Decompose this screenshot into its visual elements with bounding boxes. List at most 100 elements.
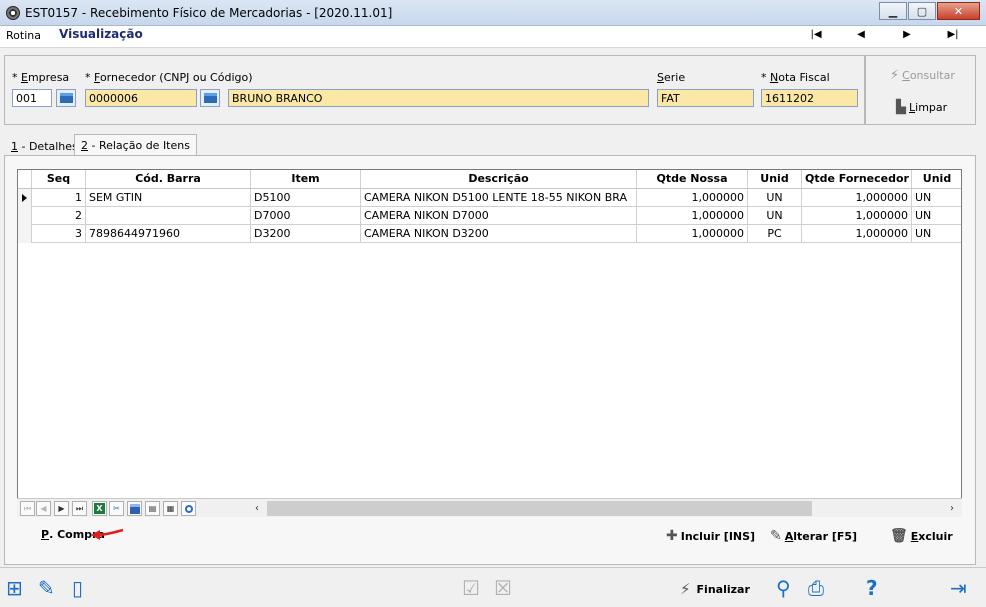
fornecedor-lookup-button[interactable] <box>200 89 220 107</box>
side-actions-panel: ⚡ Consultar ▙ Limpar <box>865 55 976 125</box>
menu-rotina[interactable]: Rotina <box>6 29 41 42</box>
cell-descricao: CAMERA NIKON D7000 <box>361 207 637 225</box>
scroll-right-arrow[interactable]: › <box>945 501 959 516</box>
incluir-button[interactable]: ✚ Incluir [INS] <box>666 528 755 544</box>
menu-bar: Rotina Visualização |◀ ◀ ▶ ▶| <box>0 26 986 48</box>
column-header[interactable]: Unid <box>912 170 961 188</box>
consultar-button[interactable]: ⚡ Consultar <box>890 68 955 83</box>
folder-icon <box>203 93 217 103</box>
footer-toolbar: ⊞ ✎ ▯ ☑ ☒ ⚡ Finalizar ⚲ ⎙ ? ⇥ <box>0 567 986 607</box>
folder-icon <box>59 93 73 103</box>
tools-button[interactable]: ✂ <box>109 501 124 516</box>
save-layout-button[interactable] <box>127 501 142 516</box>
grid-header: Seq Cód. Barra Item Descrição Qtde Nossa… <box>18 170 961 189</box>
save-icon <box>129 503 140 514</box>
lightning-icon: ⚡ <box>680 580 691 598</box>
eraser-icon: ▙ <box>896 100 906 115</box>
minimize-button[interactable]: ▁ <box>879 2 907 20</box>
cell-qtde-fornecedor: 1,000000 <box>802 225 912 243</box>
serie-label: Serie <box>657 71 686 84</box>
fornecedor-code-input[interactable]: 0000006 <box>85 89 197 107</box>
nav-first-button[interactable]: |◀ <box>808 29 824 40</box>
grid-first-button[interactable]: ⏮ <box>20 501 35 516</box>
grid-last-button[interactable]: ⏭ <box>72 501 87 516</box>
column-header[interactable]: Qtde Nossa <box>637 170 748 188</box>
empresa-label: * Empresa <box>12 71 70 84</box>
serie-input[interactable]: FAT <box>657 89 754 107</box>
red-arrow-annotation <box>91 528 124 540</box>
app-icon <box>6 6 20 20</box>
grid-config-button[interactable]: ▤ <box>145 501 160 516</box>
cell-seq: 3 <box>32 225 86 243</box>
empresa-input[interactable]: 001 <box>12 89 52 107</box>
window-controls: ▁ ▢ ✕ <box>878 2 980 20</box>
column-header[interactable]: Unid <box>748 170 802 188</box>
limpar-button[interactable]: ▙ Limpar <box>896 100 947 115</box>
cell-item: D7000 <box>251 207 361 225</box>
column-header[interactable]: Item <box>251 170 361 188</box>
table-row[interactable]: 2 D7000 CAMERA NIKON D7000 1,000000 UN 1… <box>18 207 961 225</box>
scroll-left-arrow[interactable]: ‹ <box>250 501 264 516</box>
horizontal-scrollbar-thumb[interactable] <box>267 501 812 516</box>
row-indicator <box>18 189 32 207</box>
row-indicator <box>18 225 32 243</box>
filter-icon: ▦ <box>166 504 175 513</box>
exit-icon[interactable]: ⇥ <box>950 576 967 600</box>
excel-icon: X <box>94 503 105 514</box>
trash-icon: 🗑 <box>890 528 908 544</box>
excluir-button[interactable]: 🗑 Excluir <box>890 528 953 544</box>
finalizar-button[interactable]: ⚡ Finalizar <box>680 580 750 598</box>
cell-qtde-nossa: 1,000000 <box>637 207 748 225</box>
grid-prev-button[interactable]: ◀ <box>36 501 51 516</box>
table-row[interactable]: 3 7898644971960 D3200 CAMERA NIKON D3200… <box>18 225 961 243</box>
cell-seq: 2 <box>32 207 86 225</box>
cell-unid: UN <box>748 189 802 207</box>
cell-descricao: CAMERA NIKON D5100 LENTE 18-55 NIKON BRA <box>361 189 637 207</box>
cell-descricao: CAMERA NIKON D3200 <box>361 225 637 243</box>
cell-item: D3200 <box>251 225 361 243</box>
nav-next-button[interactable]: ▶ <box>899 29 915 40</box>
cancel-edit-icon[interactable]: ☒ <box>494 576 512 600</box>
items-grid: Seq Cód. Barra Item Descrição Qtde Nossa… <box>17 169 962 517</box>
help-icon[interactable]: ? <box>866 576 878 600</box>
column-header[interactable]: Qtde Fornecedor <box>802 170 912 188</box>
grid-search-button[interactable] <box>181 501 196 516</box>
tab-relacao-itens[interactable]: 2 - Relação de Itens <box>74 134 197 155</box>
close-button[interactable]: ✕ <box>937 2 980 20</box>
nota-fiscal-input[interactable]: 1611202 <box>761 89 858 107</box>
empresa-lookup-button[interactable] <box>56 89 76 107</box>
cell-qtde-fornecedor: 1,000000 <box>802 189 912 207</box>
nav-last-button[interactable]: ▶| <box>945 29 961 40</box>
column-header[interactable]: Descrição <box>361 170 637 188</box>
grid-next-button[interactable]: ▶ <box>54 501 69 516</box>
filter-button[interactable]: ▦ <box>163 501 178 516</box>
new-record-icon[interactable]: ⊞ <box>6 576 23 600</box>
excel-export-button[interactable]: X <box>92 501 107 516</box>
grid-toolbar: ⏮ ◀ ▶ ⏭ X ✂ ▤ ▦ ‹ › <box>17 498 962 517</box>
restore-button[interactable]: ▢ <box>908 2 936 20</box>
nav-prev-button[interactable]: ◀ <box>853 29 869 40</box>
cell-item: D5100 <box>251 189 361 207</box>
pencil-icon: ✎ <box>770 528 782 544</box>
cell-seq: 1 <box>32 189 86 207</box>
print-icon[interactable]: ⎙ <box>808 576 824 600</box>
cell-unid: UN <box>748 207 802 225</box>
edit-record-icon[interactable]: ✎ <box>38 576 55 600</box>
cell-qtde-fornecedor: 1,000000 <box>802 207 912 225</box>
lightning-icon: ⚡ <box>890 68 900 83</box>
fornecedor-name-field: BRUNO BRANCO <box>228 89 649 107</box>
tab-detalhes[interactable]: 1 - Detalhes <box>4 137 85 155</box>
confirm-save-icon[interactable]: ☑ <box>462 576 480 600</box>
table-row[interactable]: 1 SEM GTIN D5100 CAMERA NIKON D5100 LENT… <box>18 189 961 207</box>
cell-barcode: SEM GTIN <box>86 189 251 207</box>
column-header[interactable]: Seq <box>32 170 86 188</box>
alterar-button[interactable]: ✎ Alterar [F5] <box>770 528 857 544</box>
column-header[interactable]: Cód. Barra <box>86 170 251 188</box>
cell-barcode: 7898644971960 <box>86 225 251 243</box>
cell-unid-fornecedor: UN <box>912 225 961 243</box>
fornecedor-label: * Fornecedor (CNPJ ou Código) <box>85 71 253 84</box>
delete-record-icon[interactable]: ▯ <box>72 576 83 600</box>
search-icon[interactable]: ⚲ <box>776 576 791 600</box>
cell-unid-fornecedor: UN <box>912 207 961 225</box>
grid-config-icon: ▤ <box>148 504 157 513</box>
